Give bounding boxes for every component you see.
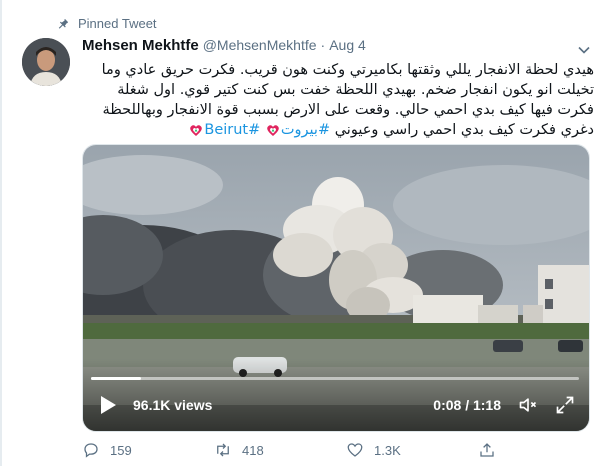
separator-dot: · (320, 37, 326, 53)
share-icon (480, 443, 494, 457)
share-button[interactable] (478, 441, 496, 459)
tweet-line-last: دغري فكرت كيف بدي احمي راسي وعيوني #بيرو… (82, 120, 594, 140)
reply-icon (84, 443, 98, 458)
fullscreen-icon[interactable] (555, 395, 575, 415)
reply-count: 159 (110, 442, 132, 458)
tweet-date[interactable]: Aug 4 (329, 37, 366, 53)
play-icon[interactable] (99, 395, 117, 415)
avatar-image (22, 38, 70, 86)
hashtag-beirut[interactable]: #Beirut (204, 122, 260, 138)
tweet-line: دغري فكرت كيف بدي احمي راسي وعيوني (334, 122, 594, 138)
tweet-line: فكرت فيها كيف بدي احمي حالي. وقعت على ال… (102, 102, 594, 118)
video-progress-bar[interactable] (91, 377, 579, 380)
pin-icon (58, 18, 68, 29)
tweet-line: تخيلت انو يكون انفجار ضخم. بهيدي اللحظة … (117, 82, 594, 98)
reply-button[interactable]: 159 (82, 441, 132, 459)
volume-icon[interactable] (517, 395, 539, 415)
video-player[interactable]: 96.1K views 0:08 / 1:18 (82, 144, 590, 432)
tweet-actions: 159 418 1.3K (82, 441, 594, 463)
retweet-count: 418 (242, 442, 264, 458)
pinned-tweet-indicator: Pinned Tweet (56, 16, 157, 31)
tweet-header: Mehsen Mekhtfe @MehsenMekhtfe · Aug 4 (82, 37, 366, 54)
heart-icon (347, 443, 363, 457)
lebanon-flag-icon (190, 125, 203, 136)
retweet-icon (217, 443, 229, 457)
author-name[interactable]: Mehsen Mekhtfe (82, 37, 199, 54)
like-button[interactable]: 1.3K (346, 441, 401, 459)
tweet-text: هيدي لحظة الانفجار يللي وثقتها بكاميرتي … (82, 60, 594, 140)
video-time: 0:08 / 1:18 (433, 397, 501, 413)
chevron-down-icon[interactable] (574, 40, 594, 60)
like-count: 1.3K (374, 442, 401, 458)
pinned-label: Pinned Tweet (78, 16, 157, 31)
hashtag-beirut-arabic[interactable]: #بيروت (281, 122, 330, 138)
video-view-count: 96.1K views (133, 397, 213, 413)
retweet-button[interactable]: 418 (214, 441, 264, 459)
tweet-line: هيدي لحظة الانفجار يللي وثقتها بكاميرتي … (101, 62, 594, 78)
timeline-border (0, 0, 2, 466)
avatar[interactable] (22, 38, 70, 86)
video-controls: 96.1K views 0:08 / 1:18 (83, 359, 589, 431)
video-progress-fill (91, 377, 142, 380)
author-handle[interactable]: @MehsenMekhtfe (203, 37, 317, 53)
lebanon-flag-icon (267, 125, 279, 136)
